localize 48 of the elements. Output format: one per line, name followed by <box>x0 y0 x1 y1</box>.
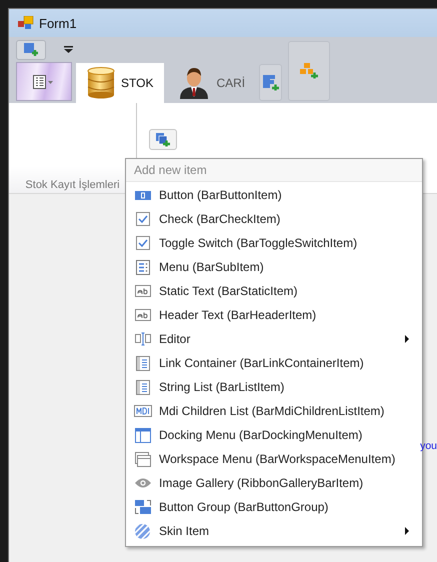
checkbox-icon <box>136 236 150 250</box>
editor-icon <box>134 332 150 346</box>
menu-icon <box>136 260 150 274</box>
add-category-icon <box>300 63 318 79</box>
eye-icon <box>134 478 150 488</box>
menu-item[interactable]: Image Gallery (RibbonGalleryBarItem) <box>126 471 422 495</box>
menu-item[interactable]: String List (BarListItem) <box>126 375 422 399</box>
database-icon <box>87 67 115 99</box>
list-icon <box>136 356 150 370</box>
list-icon <box>136 380 150 394</box>
add-item-button[interactable] <box>16 40 46 60</box>
workspace-icon <box>134 452 150 466</box>
add-item-icon <box>24 43 38 57</box>
add-page-icon <box>262 74 279 90</box>
application-button[interactable] <box>16 62 72 101</box>
text-label-icon <box>134 309 150 321</box>
menu-item[interactable]: Header Text (BarHeaderItem) <box>126 303 422 327</box>
button-icon <box>134 190 150 200</box>
menu-item[interactable]: Editor <box>126 327 422 351</box>
striped-circle-icon <box>135 524 150 538</box>
add-group-icon <box>156 132 170 146</box>
menu-item[interactable]: Button Group (BarButtonGroup) <box>126 495 422 519</box>
menu-item[interactable]: Link Container (BarLinkContainerItem) <box>126 351 422 375</box>
group-label: Stok Kayıt İşlemleri <box>25 179 120 191</box>
window-title: Form1 <box>39 16 77 30</box>
ribbon-tab[interactable]: STOK <box>76 63 164 103</box>
menu-item[interactable]: Check (BarCheckItem) <box>126 207 422 231</box>
ribbon-tab[interactable]: CARİ <box>168 63 256 103</box>
add-group-button[interactable] <box>149 129 177 150</box>
menu-header: Add new item <box>126 159 422 182</box>
button-group-icon <box>134 500 150 514</box>
dropdown-icon[interactable] <box>64 46 73 52</box>
checkbox-icon <box>136 212 150 226</box>
menu-item[interactable]: Toggle Switch (BarToggleSwitchItem) <box>126 231 422 255</box>
app-icon <box>18 16 34 30</box>
list-dropdown-icon <box>33 74 55 88</box>
menu-item[interactable]: Skin Item <box>126 519 422 543</box>
menu-item[interactable]: Mdi Children List (BarMdiChildrenListItem) <box>126 399 422 423</box>
text-label-icon <box>134 285 150 297</box>
add-page-button[interactable] <box>259 64 282 101</box>
menu-item[interactable]: Static Text (BarStaticItem) <box>126 279 422 303</box>
person-icon <box>178 67 210 99</box>
window-list-icon <box>134 405 152 417</box>
menu-item[interactable]: Button (BarButtonItem) <box>126 183 422 207</box>
docking-icon <box>134 428 150 442</box>
menu-item[interactable]: Workspace Menu (BarWorkspaceMenuItem) <box>126 447 422 471</box>
link-text[interactable]: you <box>420 440 437 452</box>
menu-item[interactable]: Menu (BarSubItem) <box>126 255 422 279</box>
